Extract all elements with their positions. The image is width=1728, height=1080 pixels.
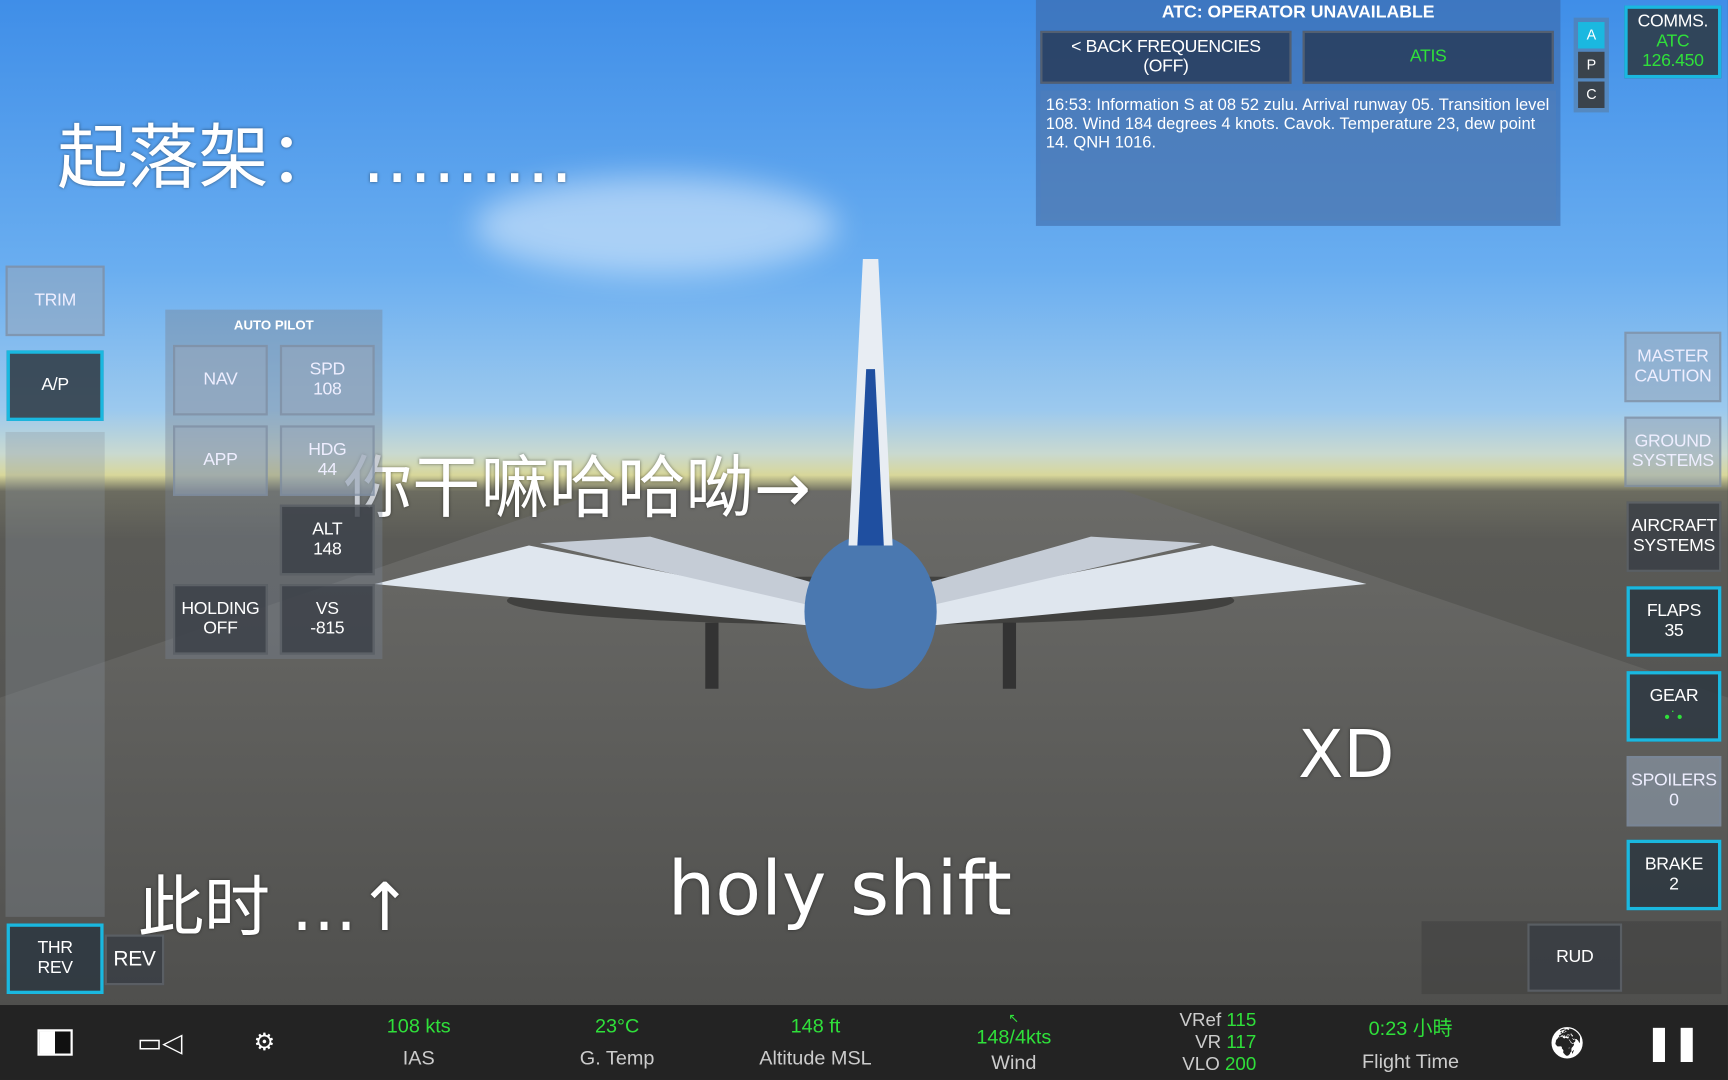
holding-button[interactable]: HOLDING OFF bbox=[173, 584, 268, 655]
caption-what: 你干嘛哈哈呦→ bbox=[343, 447, 812, 528]
vertical-speed-button[interactable]: VS -815 bbox=[279, 584, 375, 655]
atis-message: 16:53: Information S at 08 52 zulu. Arri… bbox=[1040, 90, 1557, 221]
atis-button[interactable]: ATIS bbox=[1302, 30, 1554, 84]
temp-readout: 23°C G. Temp bbox=[579, 1014, 655, 1069]
reverse-button[interactable]: REV bbox=[104, 934, 165, 986]
comms-mode: ATC bbox=[1656, 31, 1690, 51]
thrust-reverse-button[interactable]: THR REV bbox=[6, 923, 104, 995]
wind-arrow-icon: ↖ bbox=[1008, 1010, 1020, 1026]
altitude-readout: 148 ft Altitude MSL bbox=[759, 1014, 872, 1069]
vs-label: VS bbox=[315, 599, 339, 619]
flaps-value: 35 bbox=[1664, 621, 1684, 641]
flaps-button[interactable]: FLAPS 35 bbox=[1626, 586, 1722, 657]
camera-icon[interactable]: ▭◁ bbox=[137, 1005, 182, 1080]
ground-systems-button[interactable]: GROUND SYSTEMS bbox=[1624, 416, 1722, 488]
camera-settings-icon[interactable]: ⚙ bbox=[242, 1005, 286, 1080]
gear-label: GEAR bbox=[1649, 686, 1699, 706]
brake-button[interactable]: BRAKE 2 bbox=[1626, 839, 1722, 911]
rudder-handle[interactable]: RUD bbox=[1527, 923, 1623, 992]
master-caution-button[interactable]: MASTER CAUTION bbox=[1624, 331, 1722, 403]
back-label: < BACK FREQUENCIES bbox=[1071, 37, 1261, 57]
hud-toggle-icon[interactable] bbox=[33, 1005, 77, 1080]
approach-button[interactable]: APP bbox=[173, 425, 268, 496]
nav-button[interactable]: NAV bbox=[173, 344, 268, 416]
ias-readout: 108 kts IAS bbox=[386, 1014, 451, 1069]
spd-value: 108 bbox=[313, 380, 342, 399]
aircraft-systems-button[interactable]: AIRCRAFT SYSTEMS bbox=[1626, 501, 1722, 572]
holding-label: HOLDING bbox=[181, 599, 260, 619]
heading-button[interactable]: HDG 44 bbox=[279, 425, 375, 496]
vs-value: -815 bbox=[310, 619, 345, 639]
spoilers-button[interactable]: SPOILERS 0 bbox=[1626, 755, 1722, 827]
atc-title: ATC: OPERATOR UNAVAILABLE bbox=[1161, 3, 1435, 23]
autopilot-panel: AUTO PILOT NAV SPD 108 APP HDG 44 ALT 148 H… bbox=[165, 309, 383, 659]
alt-value: 148 bbox=[313, 539, 342, 559]
tab-p[interactable]: P bbox=[1578, 51, 1605, 79]
vspeeds-readout: VRef 115 VR 117 VLO 200 bbox=[1179, 1009, 1257, 1075]
altitude-button[interactable]: ALT 148 bbox=[279, 504, 375, 576]
flaps-label: FLAPS bbox=[1646, 601, 1702, 621]
globe-icon[interactable]: 🌍︎ bbox=[1545, 1005, 1589, 1080]
thr-rev-label: THR REV bbox=[37, 938, 73, 978]
brake-label: BRAKE bbox=[1644, 855, 1704, 874]
brake-value: 2 bbox=[1669, 874, 1679, 894]
comms-freq: 126.450 bbox=[1642, 51, 1704, 71]
pause-icon[interactable]: ❚❚ bbox=[1645, 1005, 1700, 1080]
app-label: APP bbox=[203, 450, 238, 470]
holding-value: OFF bbox=[203, 619, 238, 639]
back-frequencies-button[interactable]: < BACK FREQUENCIES (OFF) bbox=[1040, 30, 1292, 84]
gear-button[interactable]: GEAR •˙• bbox=[1626, 671, 1722, 742]
comms-label: COMMS. bbox=[1637, 12, 1709, 31]
atc-tab-group: A P C bbox=[1573, 17, 1609, 113]
speed-button[interactable]: SPD 108 bbox=[279, 344, 375, 416]
autopilot-toggle-button[interactable]: A/P bbox=[6, 350, 104, 421]
comms-button[interactable]: COMMS. ATC 126.450 bbox=[1624, 5, 1722, 79]
caption-now: 此时 …↑ bbox=[137, 869, 413, 947]
wind-readout: ↖ 148/4kts Wind bbox=[976, 1010, 1052, 1074]
atc-panel: ATC: OPERATOR UNAVAILABLE < BACK FREQUEN… bbox=[1035, 0, 1561, 226]
caption-xd: XD bbox=[1298, 716, 1395, 794]
spoilers-label: SPOILERS bbox=[1631, 771, 1717, 791]
tab-a[interactable]: A bbox=[1578, 22, 1605, 49]
autopilot-title: AUTO PILOT bbox=[233, 317, 314, 333]
back-sub: (OFF) bbox=[1143, 57, 1189, 77]
spd-label: SPD bbox=[309, 360, 346, 380]
caption-holy: holy shift bbox=[667, 846, 1012, 934]
alt-label: ALT bbox=[312, 520, 343, 539]
throttle-slider[interactable] bbox=[5, 431, 105, 917]
hdg-value: 44 bbox=[317, 460, 337, 480]
gear-down-icon: •˙• bbox=[1664, 707, 1684, 726]
caption-gear: 起落架： ……… bbox=[57, 117, 574, 200]
flight-time-readout: 0:23 小時 Flight Time bbox=[1362, 1016, 1460, 1072]
nav-label: NAV bbox=[203, 370, 238, 390]
tab-c[interactable]: C bbox=[1578, 81, 1605, 108]
spoilers-value: 0 bbox=[1669, 791, 1679, 810]
bottom-bar: ▭◁ ⚙ 108 kts IAS 23°C G. Temp 148 ft Altitu… bbox=[0, 1005, 1728, 1080]
hdg-label: HDG bbox=[308, 440, 347, 460]
flight-sim-screen: 起落架： ……… 你干嘛哈哈呦→ XD 此时 …↑ holy shift ATC… bbox=[0, 0, 1728, 1080]
trim-button[interactable]: TRIM bbox=[5, 265, 105, 337]
